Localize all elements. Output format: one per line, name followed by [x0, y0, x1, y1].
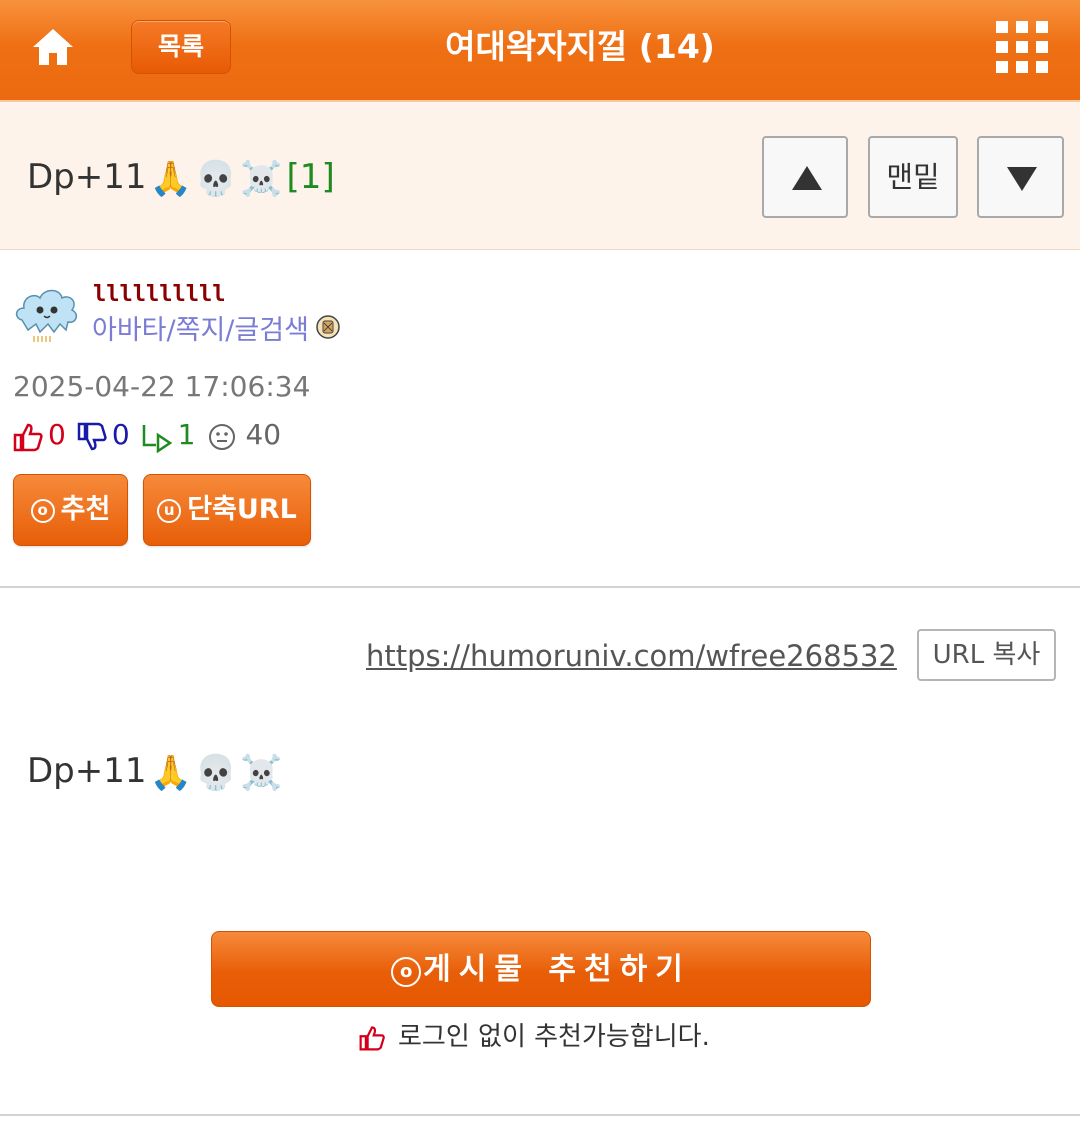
post-recommend-label: 게시물 추천하기	[423, 952, 691, 987]
thumbs-down-icon	[77, 422, 107, 451]
recommend-button[interactable]: o 추천	[13, 474, 128, 546]
recommend-label: 추천	[60, 494, 111, 525]
likes-count: 0	[48, 418, 66, 451]
body-text: Dp+11	[27, 751, 147, 791]
list-button[interactable]: 목록	[131, 20, 231, 74]
subject-emoji-pray: 🙏	[149, 158, 192, 199]
scroll-up-button[interactable]	[762, 136, 848, 218]
post-stats: 0 0 1 40	[12, 416, 281, 454]
views-count: 40	[245, 418, 282, 451]
subject-emoji-skull: 💀	[194, 158, 238, 199]
body-emoji-pray: 🙏	[149, 752, 192, 793]
thumbs-up-icon	[359, 1025, 385, 1050]
home-button[interactable]	[30, 26, 76, 68]
author-nickname[interactable]: llllllllll	[93, 282, 225, 308]
thumbs-up-icon	[13, 423, 43, 452]
author-links[interactable]: 아바타/쪽지/글검색	[92, 312, 341, 351]
badge-icon	[315, 313, 341, 351]
recommend-note-text: 로그인 없이 추천가능합니다.	[398, 1022, 710, 1052]
scroll-down-button[interactable]	[977, 136, 1064, 218]
shares-stat	[140, 417, 174, 455]
subject-text: Dp+11	[27, 157, 147, 197]
comment-count[interactable]: [1]	[287, 157, 335, 197]
dislikes-count: 0	[111, 418, 130, 451]
body-emoji-skull: 💀	[194, 752, 238, 793]
divider	[0, 1114, 1080, 1116]
divider	[0, 586, 1080, 588]
short-url-label: 단축URL	[187, 494, 297, 525]
author-links-text[interactable]: 아바타/쪽지/글검색	[92, 315, 309, 346]
post-url-link[interactable]: https://humoruniv.com/wfree268532	[366, 636, 897, 676]
down-arrow-icon	[1007, 167, 1037, 191]
likes-stat	[12, 417, 44, 455]
shares-count: 1	[177, 418, 196, 451]
view-face-icon	[209, 424, 236, 450]
short-url-circle-icon: u	[157, 499, 182, 523]
short-url-button[interactable]: u 단축URL	[143, 474, 311, 546]
post-recommend-circle-icon: o	[391, 957, 422, 987]
avatar[interactable]	[12, 278, 82, 346]
up-arrow-icon	[792, 166, 822, 190]
body-emoji-skull-crossbones: ☠️	[240, 752, 283, 793]
top-bar: 목록 여대왁자지껄 (14)	[0, 0, 1080, 100]
url-copy-button[interactable]: URL 복사	[917, 629, 1056, 681]
post-subject: Dp+11🙏💀☠️ [1]	[27, 154, 335, 202]
home-icon	[33, 29, 73, 65]
post-datetime: 2025-04-22 17:06:34	[13, 370, 311, 403]
share-arrow-icon	[142, 425, 172, 454]
dislikes-stat	[76, 417, 108, 455]
recommend-note: 로그인 없이 추천가능합니다.	[358, 1018, 710, 1056]
subject-emoji-skull-crossbones: ☠️	[240, 158, 283, 199]
board-title: 여대왁자지껄 (14)	[445, 27, 715, 66]
scroll-bottom-button[interactable]: 맨밑	[868, 136, 958, 218]
subject-bar: Dp+11🙏💀☠️ [1] 맨밑	[0, 100, 1080, 250]
post-recommend-button[interactable]: o 게시물 추천하기	[211, 931, 871, 1007]
views-stat	[207, 417, 237, 455]
recommend-circle-icon: o	[30, 499, 55, 523]
post-body: Dp+11🙏💀☠️	[27, 748, 283, 796]
grid-menu-button[interactable]	[996, 21, 1048, 73]
